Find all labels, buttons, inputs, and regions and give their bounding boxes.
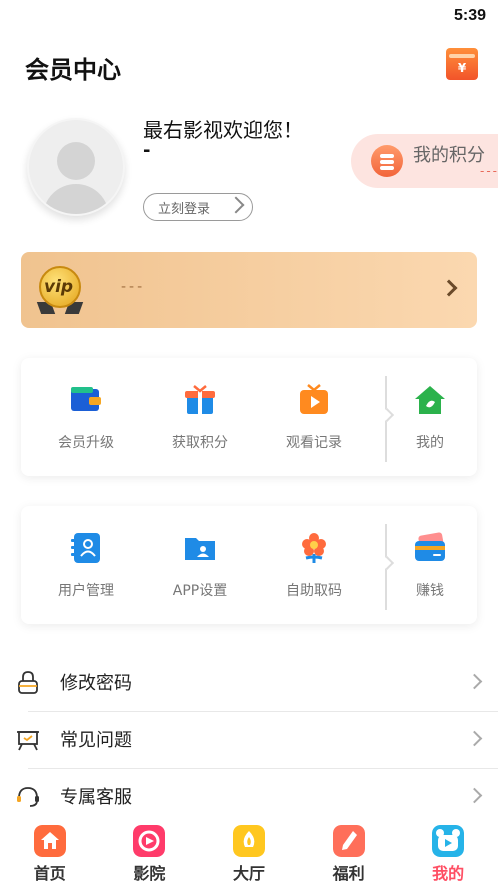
grid-item-label: 我的 [416,435,444,451]
settings-menu: 修改密码 常见问题 专属客服 [0,655,498,826]
avatar[interactable] [27,118,125,216]
my-points-button[interactable]: 我的积分 --- [351,134,498,188]
tab-home[interactable]: 首页 [0,820,100,885]
chevron-right-icon [466,730,483,747]
cinema-tab-icon [133,825,166,857]
tab-label: 首页 [33,864,66,883]
chevron-right-icon [466,673,483,690]
tab-hall[interactable]: 大厅 [199,820,299,885]
tab-mine[interactable]: 我的 [398,820,498,885]
grid-item-app-settings[interactable]: APP设置 [143,506,257,624]
chevron-right-icon [440,279,458,297]
tab-label: 影院 [133,864,166,883]
menu-item-faq[interactable]: 常见问题 [0,712,498,769]
hall-tab-icon [232,825,265,857]
settings-card: 用户管理 APP设置 自助取码 赚钱 [21,506,477,624]
chevron-right-icon [227,196,245,214]
grid-item-label: 观看记录 [286,435,342,451]
menu-item-label: 常见问题 [60,730,132,751]
vip-medal-icon: vip [39,266,81,308]
menu-item-change-password[interactable]: 修改密码 [0,655,498,712]
grid-item-label: 用户管理 [58,583,114,599]
chevron-right-icon [466,787,483,804]
wallet-icon[interactable]: ¥ [446,48,478,80]
flower-icon [302,533,326,563]
wallet-icon [71,387,101,411]
home-icon [415,386,445,414]
quick-actions-card: 会员升级 获取积分 观看记录 我的 [21,358,477,476]
gift-icon [185,385,215,414]
grid-item-label: APP设置 [172,583,228,599]
username: - [143,140,151,161]
grid-item-label: 赚钱 [416,583,444,599]
menu-item-label: 专属客服 [60,787,132,808]
welfare-tab-icon [332,825,365,857]
points-value: --- [480,164,498,178]
grid-item-watch-history[interactable]: 观看记录 [257,358,371,476]
tab-cinema[interactable]: 影院 [100,820,200,885]
vip-status-text: --- [121,279,146,295]
user-folder-icon [185,538,215,560]
welcome-text: 最右影视欢迎您！ [143,118,303,142]
grid-item-get-points[interactable]: 获取积分 [143,358,257,476]
card-icon [415,532,445,561]
yen-symbol: ¥ [457,61,467,75]
tab-label: 我的 [432,864,465,883]
grid-item-self-service-code[interactable]: 自助取码 [257,506,371,624]
lock-icon [18,671,38,694]
coins-icon [371,145,403,177]
tab-label: 福利 [332,864,365,883]
tab-welfare[interactable]: 福利 [299,820,399,885]
grid-item-label: 自助取码 [286,583,342,599]
login-button[interactable]: 立刻登录 [143,193,253,221]
headset-icon [17,787,39,807]
grid-item-user-management[interactable]: 用户管理 [29,506,143,624]
tab-label: 大厅 [232,864,265,883]
grid-item-label: 获取积分 [172,435,228,451]
menu-item-label: 修改密码 [60,673,132,694]
board-icon [17,731,39,751]
login-button-label: 立刻登录 [158,201,211,217]
page-title: 会员中心 [25,56,121,84]
grid-item-label: 会员升级 [58,435,114,451]
home-tab-icon [33,825,66,857]
vip-badge-text: vip [44,277,74,297]
mine-tab-icon [432,825,465,857]
status-time: 5:39 [453,7,486,24]
grid-item-earn-money[interactable]: 赚钱 [373,506,487,624]
tv-play-icon [300,384,328,414]
vip-card[interactable]: vip --- [21,252,477,328]
header: 会员中心 ¥ [0,46,498,86]
grid-item-mine[interactable]: 我的 [373,358,487,476]
grid-item-member-upgrade[interactable]: 会员升级 [29,358,143,476]
menu-item-customer-service[interactable]: 专属客服 [0,769,498,826]
contacts-icon [71,533,100,563]
points-label: 我的积分 [413,145,485,166]
bottom-tab-bar: 首页 影院 大厅 福利 我的 [0,820,498,885]
status-bar: 5:39 [0,0,498,36]
